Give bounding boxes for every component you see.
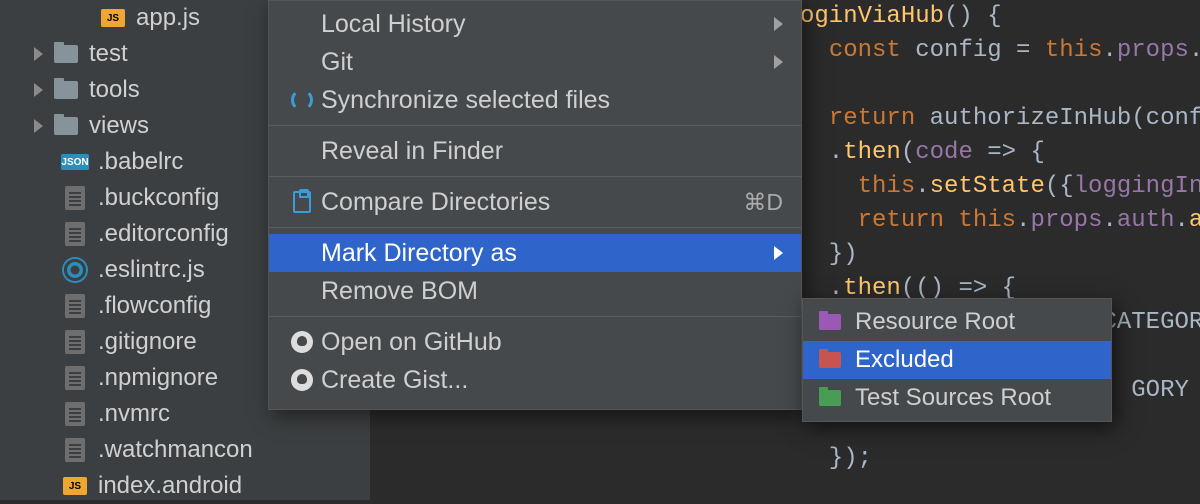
context-menu: Local History Git Synchronize selected f… [268, 0, 802, 410]
menu-synchronize[interactable]: Synchronize selected files [269, 81, 801, 119]
file-icon [62, 296, 88, 316]
menu-separator [269, 125, 801, 126]
folder-icon [53, 116, 79, 136]
tree-label: .gitignore [98, 328, 197, 356]
tree-label: views [89, 112, 149, 140]
menu-label: Remove BOM [321, 277, 783, 306]
tree-label: .nvmrc [98, 400, 170, 428]
menu-mark-directory-as[interactable]: Mark Directory as [269, 234, 801, 272]
folder-icon [53, 80, 79, 100]
folder-icon [53, 44, 79, 64]
menu-shortcut: ⌘D [743, 189, 783, 216]
menu-label: Open on GitHub [321, 328, 783, 357]
file-icon [62, 224, 88, 244]
menu-label: Reveal in Finder [321, 137, 783, 166]
tree-file-watchmancon[interactable]: .watchmancon [0, 432, 370, 468]
file-icon [62, 440, 88, 460]
menu-label: Mark Directory as [321, 239, 774, 268]
menu-git[interactable]: Git [269, 43, 801, 81]
menu-compare-dirs[interactable]: Compare Directories ⌘D [269, 183, 801, 221]
submenu-arrow-icon [774, 55, 783, 69]
menu-separator [269, 316, 801, 317]
folder-green-icon [819, 390, 841, 406]
github-icon [285, 369, 319, 391]
file-icon [62, 404, 88, 424]
menu-create-gist[interactable]: Create Gist... [269, 361, 801, 399]
json-file-icon: JSON [62, 152, 88, 172]
tree-label: .npmignore [98, 364, 218, 392]
tree-label: index.android [98, 472, 242, 500]
menu-remove-bom[interactable]: Remove BOM [269, 272, 801, 310]
expand-arrow-icon [34, 47, 43, 61]
file-icon [62, 368, 88, 388]
menu-label: Local History [321, 10, 774, 39]
tree-label: .buckconfig [98, 184, 219, 212]
js-file-icon: JS [62, 476, 88, 496]
js-file-icon: JS [100, 8, 126, 28]
menu-separator [269, 227, 801, 228]
gear-icon [62, 260, 88, 280]
folder-red-icon [819, 352, 841, 368]
tree-label: .babelrc [98, 148, 183, 176]
menu-local-history[interactable]: Local History [269, 5, 801, 43]
tree-label: app.js [136, 4, 200, 32]
clipboard-icon [285, 191, 319, 213]
submenu-label: Excluded [855, 346, 954, 374]
folder-purple-icon [819, 314, 841, 330]
submenu-label: Test Sources Root [855, 384, 1051, 412]
submenu-arrow-icon [774, 246, 783, 260]
expand-arrow-icon [34, 83, 43, 97]
tree-label: tools [89, 76, 140, 104]
menu-reveal-finder[interactable]: Reveal in Finder [269, 132, 801, 170]
tree-label: .flowconfig [98, 292, 211, 320]
menu-label: Synchronize selected files [321, 86, 783, 115]
submenu-label: Resource Root [855, 308, 1015, 336]
menu-label: Git [321, 48, 774, 77]
menu-open-github[interactable]: Open on GitHub [269, 323, 801, 361]
tree-label: .editorconfig [98, 220, 229, 248]
tree-file-indexandroid[interactable]: JS index.android [0, 468, 370, 504]
tree-label: test [89, 40, 128, 68]
github-icon [285, 331, 319, 353]
menu-label: Create Gist... [321, 366, 783, 395]
tree-label: .eslintrc.js [98, 256, 205, 284]
menu-separator [269, 176, 801, 177]
submenu-excluded[interactable]: Excluded [803, 341, 1111, 379]
submenu-test-sources-root[interactable]: Test Sources Root [803, 379, 1111, 417]
mark-directory-submenu: Resource Root Excluded Test Sources Root [802, 298, 1112, 422]
file-icon [62, 188, 88, 208]
file-icon [62, 332, 88, 352]
sync-icon [285, 89, 319, 111]
submenu-arrow-icon [774, 17, 783, 31]
expand-arrow-icon [34, 119, 43, 133]
tree-label: .watchmancon [98, 436, 253, 464]
menu-label: Compare Directories [321, 188, 743, 217]
submenu-resource-root[interactable]: Resource Root [803, 303, 1111, 341]
